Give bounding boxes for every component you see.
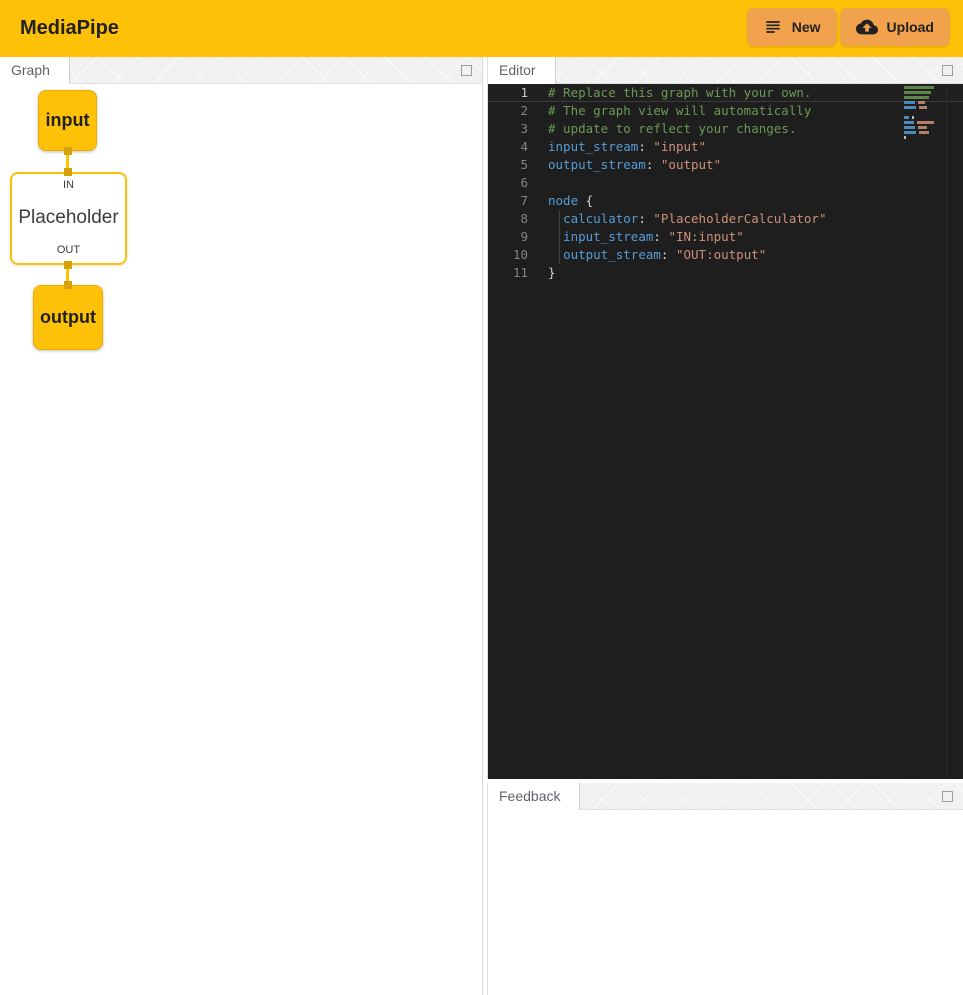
feedback-tabstrip: Feedback [488, 783, 963, 810]
appbar-actions: New Upload [747, 8, 950, 46]
input-node-label: input [46, 110, 90, 131]
output-node-label: output [40, 307, 96, 328]
placeholder-in-port[interactable] [64, 168, 72, 176]
placeholder-out-label: OUT [57, 244, 80, 256]
minimap[interactable] [904, 86, 940, 141]
graph-node-placeholder[interactable]: IN Placeholder OUT [10, 172, 127, 265]
graph-maximize-icon[interactable] [461, 65, 472, 76]
code-line[interactable]: 4input_stream: "input" [488, 138, 963, 156]
code-line[interactable]: 2# The graph view will automatically [488, 102, 963, 120]
code-line[interactable]: 11} [488, 264, 963, 282]
new-button[interactable]: New [747, 8, 837, 46]
new-button-label: New [792, 19, 821, 35]
overview-ruler [946, 84, 947, 779]
graph-tabstrip: Graph [0, 57, 482, 84]
graph-canvas[interactable]: input IN Placeholder OUT output [0, 84, 482, 995]
graph-node-output[interactable]: output [33, 285, 103, 350]
editor-maximize-icon[interactable] [942, 65, 953, 76]
upload-button[interactable]: Upload [840, 8, 950, 46]
feedback-content [488, 810, 963, 995]
cloud-upload-icon [856, 16, 878, 38]
code-line[interactable]: 5output_stream: "output" [488, 156, 963, 174]
feedback-panel: Feedback [487, 783, 963, 995]
placeholder-in-label: IN [63, 179, 74, 191]
editor-panel: Editor 1# Replace this graph with your o… [487, 57, 963, 779]
code-line[interactable]: 6 [488, 174, 963, 192]
graph-node-input[interactable]: input [38, 90, 97, 151]
upload-button-label: Upload [887, 19, 934, 35]
app-bar: MediaPipe New Upload [0, 0, 963, 57]
app-title: MediaPipe [20, 17, 119, 40]
placeholder-node-label: Placeholder [18, 207, 118, 229]
tab-feedback[interactable]: Feedback [488, 783, 580, 810]
graph-panel: Graph input IN Placeholder OUT output [0, 57, 483, 995]
code-line[interactable]: 7node { [488, 192, 963, 210]
subject-lines-icon [763, 17, 783, 37]
input-node-out-port[interactable] [64, 147, 72, 155]
tab-graph[interactable]: Graph [0, 57, 70, 84]
editor-tabstrip: Editor [488, 57, 963, 84]
code-editor[interactable]: 1# Replace this graph with your own.2# T… [488, 84, 963, 779]
code-line[interactable]: 1# Replace this graph with your own. [488, 84, 963, 102]
indent-guide [559, 210, 560, 264]
feedback-maximize-icon[interactable] [942, 791, 953, 802]
placeholder-out-port[interactable] [64, 261, 72, 269]
output-node-in-port[interactable] [64, 281, 72, 289]
code-line[interactable]: 3# update to reflect your changes. [488, 120, 963, 138]
tab-editor[interactable]: Editor [488, 57, 556, 84]
